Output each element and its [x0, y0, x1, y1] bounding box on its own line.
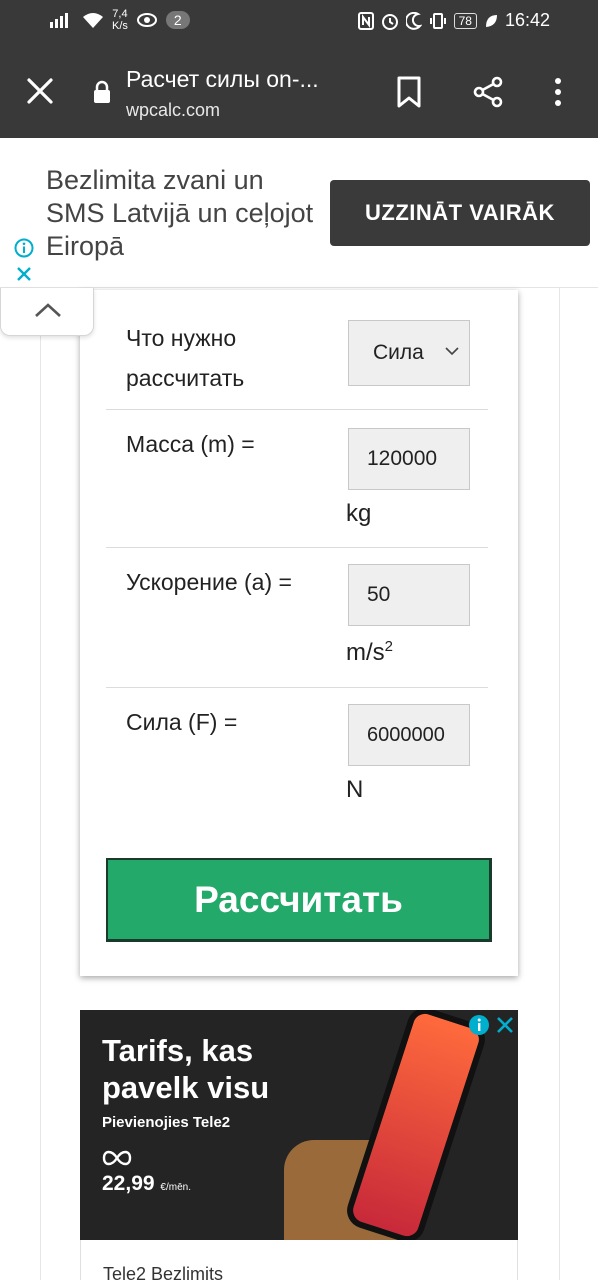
acceleration-unit-exponent: 2 [384, 638, 394, 655]
ad-info-icon[interactable] [14, 238, 34, 258]
target-select[interactable]: Сила [348, 320, 470, 386]
status-bar: 7,4 K/s 2 78 16:42 [0, 0, 598, 44]
alarm-icon [381, 13, 398, 30]
page-title: Расчет силы on-... [126, 66, 319, 92]
ad-close-icon[interactable] [494, 1014, 516, 1036]
ad-price: 22,99 €/mēn. [102, 1172, 191, 1196]
calc-row-mass: Масса (m) = kg [106, 410, 488, 548]
bottom-ad-banner[interactable]: Tarifs, kas pavelk visu Pievienojies Tel… [80, 1010, 518, 1240]
eye-icon [136, 13, 157, 27]
ad-price-value: 22,99 [102, 1172, 155, 1195]
share-icon[interactable] [472, 76, 504, 108]
vibrate-icon [429, 12, 446, 29]
acceleration-unit-base: m/s [346, 639, 385, 666]
more-options-icon[interactable] [552, 76, 564, 108]
clock-time: 16:42 [504, 10, 550, 30]
chevron-up-icon [35, 303, 61, 317]
force-label: Сила (F) = [126, 709, 238, 735]
bookmark-icon[interactable] [396, 76, 422, 108]
nfc-icon [357, 11, 374, 30]
ad-info-icon[interactable] [468, 1014, 490, 1036]
ad-learn-more-button[interactable]: UZZINĀT VAIRĀK [330, 180, 590, 246]
calc-row-target: Что нужно рассчитать Сила [106, 290, 488, 410]
close-icon[interactable] [26, 77, 54, 105]
force-calculator-card: Что нужно рассчитать Сила Масса (m) = kg… [80, 290, 518, 976]
leaf-icon [485, 14, 497, 27]
ad-text: Bezlimita zvani un SMS Latvijā un ceļojo… [46, 165, 314, 261]
ad-close-icon[interactable] [14, 264, 34, 284]
wifi-icon [83, 13, 103, 28]
network-speed: 7,4 K/s [112, 8, 128, 32]
mass-label: Масса (m) = [126, 431, 255, 457]
ad-footer-text: Tele2 Bezlimits [103, 1264, 224, 1280]
acceleration-input[interactable] [348, 564, 470, 626]
mass-unit: kg [346, 500, 372, 527]
calculate-button[interactable]: Рассчитать [106, 858, 492, 942]
force-result-input[interactable] [348, 704, 470, 766]
infinity-icon [102, 1150, 132, 1166]
ad-phone-image [342, 1010, 490, 1240]
ad-subline: Pievienojies Tele2 [102, 1114, 231, 1131]
status-right: 78 16:42 [357, 10, 550, 31]
calc-row-acceleration: Ускорение (a) = m/s2 [106, 548, 488, 688]
acceleration-label: Ускорение (a) = [126, 569, 292, 595]
target-select-value: Сила [373, 341, 424, 364]
signal-icon [50, 13, 68, 28]
chevron-down-icon [445, 347, 459, 356]
ad-headline: Tarifs, kas pavelk visu [102, 1033, 270, 1105]
top-ad-banner[interactable]: Bezlimita zvani un SMS Latvijā un ceļojo… [0, 138, 598, 288]
battery-level: 78 [453, 12, 477, 29]
target-label: Что нужно рассчитать [126, 325, 245, 391]
acceleration-unit: m/s2 [346, 638, 393, 667]
moon-icon [405, 11, 422, 30]
mass-input[interactable] [348, 428, 470, 490]
calc-row-force: Сила (F) = N [106, 688, 488, 828]
lock-icon [94, 80, 110, 103]
ad-price-unit: €/mēn. [160, 1182, 191, 1193]
browser-toolbar: Расчет силы on-... wpcalc.com [0, 44, 598, 138]
force-unit: N [346, 776, 364, 803]
notification-count-badge: 2 [165, 11, 190, 29]
collapse-ad-tab[interactable] [0, 288, 94, 336]
page-url: wpcalc.com [126, 100, 221, 120]
status-left: 7,4 K/s 2 [48, 8, 190, 32]
bottom-ad-footer: Tele2 Bezlimits [80, 1240, 518, 1280]
